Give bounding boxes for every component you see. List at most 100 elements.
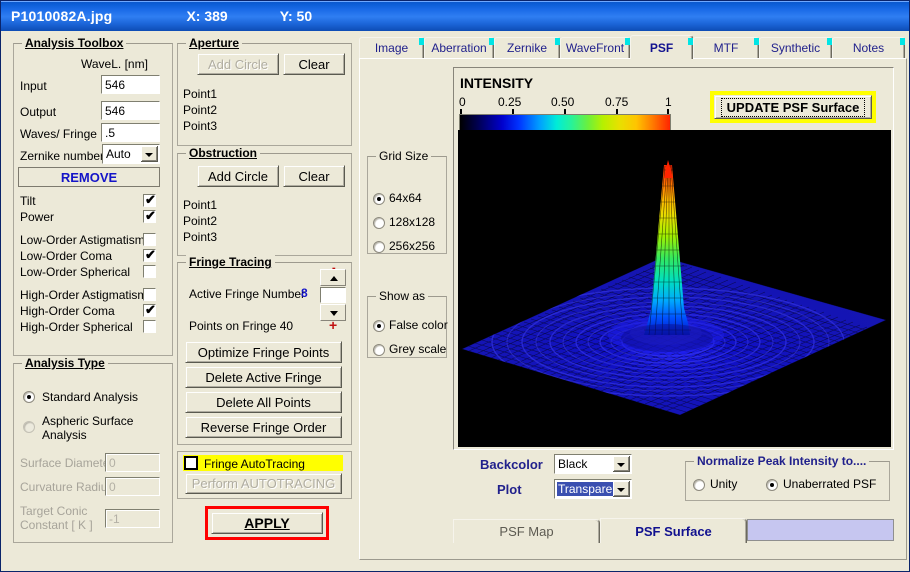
obstruction-point-2: Point3 xyxy=(183,230,218,244)
aberration-checkbox-high-coma[interactable]: ✔ xyxy=(143,303,156,317)
radio-normalize-unaberrated[interactable] xyxy=(766,479,778,491)
radio-aspheric-analysis[interactable] xyxy=(23,421,35,433)
input-wavelength-field[interactable]: 546 xyxy=(101,75,160,94)
aberration-checkbox-low-coma[interactable]: ✔ xyxy=(143,248,156,262)
intensity-tick-0: 0 xyxy=(459,95,466,109)
title-bar: P1010082A.jpg X: 389 Y: 50 xyxy=(1,1,909,31)
waves-per-fringe-label: Waves/ Fringe xyxy=(20,127,97,141)
remove-button[interactable]: REMOVE xyxy=(18,167,160,187)
target-conic-label-line2: Constant [ K ] xyxy=(20,518,93,532)
tab-zernike-label: Zernike xyxy=(506,41,547,55)
delete-active-fringe-button[interactable]: Delete Active Fringe xyxy=(185,366,342,388)
aberration-checkbox-low-spherical[interactable] xyxy=(143,265,156,278)
obstruction-legend: Obstruction xyxy=(186,146,260,160)
tab-synthetic[interactable]: Synthetic xyxy=(759,37,832,58)
chevron-down-icon[interactable] xyxy=(141,146,158,162)
psf-surface-plot[interactable] xyxy=(458,130,891,447)
triangle-up-icon xyxy=(330,276,338,281)
surface-diameter-label: Surface Diameter xyxy=(20,456,114,470)
plot-mode-combo[interactable]: Transparent xyxy=(554,479,632,499)
obstruction-point-0: Point1 xyxy=(183,198,218,212)
aperture-clear-button[interactable]: Clear xyxy=(283,53,345,75)
grid-size-label-1: 128x128 xyxy=(389,215,436,229)
bottom-tab-psf-surface[interactable]: PSF Surface xyxy=(600,518,747,543)
reverse-fringe-order-button[interactable]: Reverse Fringe Order xyxy=(185,416,342,438)
intensity-title: INTENSITY xyxy=(460,75,534,91)
show-as-label-1: Grey scale xyxy=(389,342,447,356)
optimize-fringe-points-button[interactable]: Optimize Fringe Points xyxy=(185,341,342,363)
aberration-checkbox-tilt[interactable]: ✔ xyxy=(143,192,156,207)
aberration-label-5: High-Order Astigmatism xyxy=(20,288,148,302)
update-psf-surface-button[interactable]: UPDATE PSF Surface xyxy=(714,95,872,119)
radio-grid-128[interactable] xyxy=(373,217,385,229)
tab-psf[interactable]: PSF xyxy=(630,35,693,59)
aberration-checkbox-high-astigmatism[interactable] xyxy=(143,288,156,301)
chevron-down-icon[interactable] xyxy=(613,456,630,472)
bottom-tab-filler xyxy=(747,519,894,541)
tab-zernike[interactable]: Zernike xyxy=(494,37,560,58)
aberration-label-1: Power xyxy=(20,210,55,224)
normalize-label-1: Unaberrated PSF xyxy=(783,477,877,491)
aperture-point-0: Point1 xyxy=(183,87,218,101)
fringe-spinner-field[interactable] xyxy=(320,287,346,303)
radio-grey-scale[interactable] xyxy=(373,344,385,356)
radio-dot-icon xyxy=(770,483,774,487)
grid-size-legend: Grid Size xyxy=(376,149,432,163)
curvature-radius-field[interactable]: 0 xyxy=(105,477,160,496)
obstruction-add-circle-button[interactable]: Add Circle xyxy=(197,165,279,187)
tab-mtf[interactable]: MTF xyxy=(693,37,759,58)
points-on-fringe-label: Points on Fringe 40 xyxy=(189,319,294,333)
backcolor-combo[interactable]: Black xyxy=(554,454,632,474)
fringe-tracing-legend: Fringe Tracing xyxy=(186,255,275,269)
obstruction-point-1: Point2 xyxy=(183,214,218,228)
delete-all-points-button[interactable]: Delete All Points xyxy=(185,391,342,413)
backcolor-value: Black xyxy=(558,457,588,471)
aberration-label-3: Low-Order Coma xyxy=(20,249,113,263)
analysis-type-legend: Analysis Type xyxy=(22,356,108,370)
fringe-autotracing-label: Fringe AutoTracing xyxy=(204,457,305,471)
aspheric-analysis-label-line2: Analysis xyxy=(42,428,87,442)
intensity-tick-2: 0.50 xyxy=(551,95,575,109)
fringe-spinner-up-button[interactable] xyxy=(320,269,346,286)
perform-autotracing-button[interactable]: Perform AUTOTRACING xyxy=(185,473,342,494)
tab-image[interactable]: Image xyxy=(359,37,424,58)
fringe-autotracing-checkbox[interactable] xyxy=(184,456,198,470)
aberration-checkbox-power[interactable]: ✔ xyxy=(143,209,156,223)
grid-size-label-0: 64x64 xyxy=(389,191,422,205)
apply-button[interactable]: APPLY xyxy=(211,512,323,534)
check-icon: ✔ xyxy=(145,192,156,207)
update-psf-surface-label: UPDATE PSF Surface xyxy=(720,97,866,117)
aberration-checkbox-low-astigmatism[interactable] xyxy=(143,233,156,246)
increment-indicator: + xyxy=(329,317,338,333)
radio-normalize-unity[interactable] xyxy=(693,479,705,491)
active-fringe-number-label: Active Fringe Number xyxy=(189,287,306,301)
bottom-tab-psf-map[interactable]: PSF Map xyxy=(453,519,600,543)
backcolor-label: Backcolor xyxy=(480,457,543,472)
radio-grid-64[interactable] xyxy=(373,193,385,205)
zernike-number-label: Zernike number xyxy=(20,149,105,163)
aberration-checkbox-high-spherical[interactable] xyxy=(143,320,156,333)
obstruction-clear-button[interactable]: Clear xyxy=(283,165,345,187)
aberration-label-4: Low-Order Spherical xyxy=(20,265,131,279)
radio-grid-256[interactable] xyxy=(373,241,385,253)
tab-notes-label: Notes xyxy=(852,41,885,55)
target-conic-field[interactable]: -1 xyxy=(105,509,160,528)
chevron-down-icon[interactable] xyxy=(613,481,630,497)
surface-diameter-field[interactable]: 0 xyxy=(105,453,160,472)
tab-image-label: Image xyxy=(374,41,409,55)
aperture-add-circle-button[interactable]: Add Circle xyxy=(197,53,279,75)
show-as-legend: Show as xyxy=(376,289,429,303)
radio-false-color[interactable] xyxy=(373,320,385,332)
waves-per-fringe-field[interactable]: .5 xyxy=(101,123,160,142)
target-conic-label-line1: Target Conic xyxy=(20,504,88,518)
radio-standard-analysis[interactable] xyxy=(23,391,35,403)
aberration-label-6: High-Order Coma xyxy=(20,304,115,318)
aberration-label-7: High-Order Spherical xyxy=(20,320,133,334)
zernike-number-combo[interactable]: Auto xyxy=(102,144,160,164)
tab-wavefront[interactable]: WaveFront xyxy=(560,37,630,58)
output-wavelength-field[interactable]: 546 xyxy=(101,101,160,120)
tab-notes[interactable]: Notes xyxy=(832,37,905,58)
triangle-down-icon xyxy=(330,311,338,316)
output-label: Output xyxy=(20,105,57,119)
tab-aberration[interactable]: Aberration xyxy=(424,37,494,58)
